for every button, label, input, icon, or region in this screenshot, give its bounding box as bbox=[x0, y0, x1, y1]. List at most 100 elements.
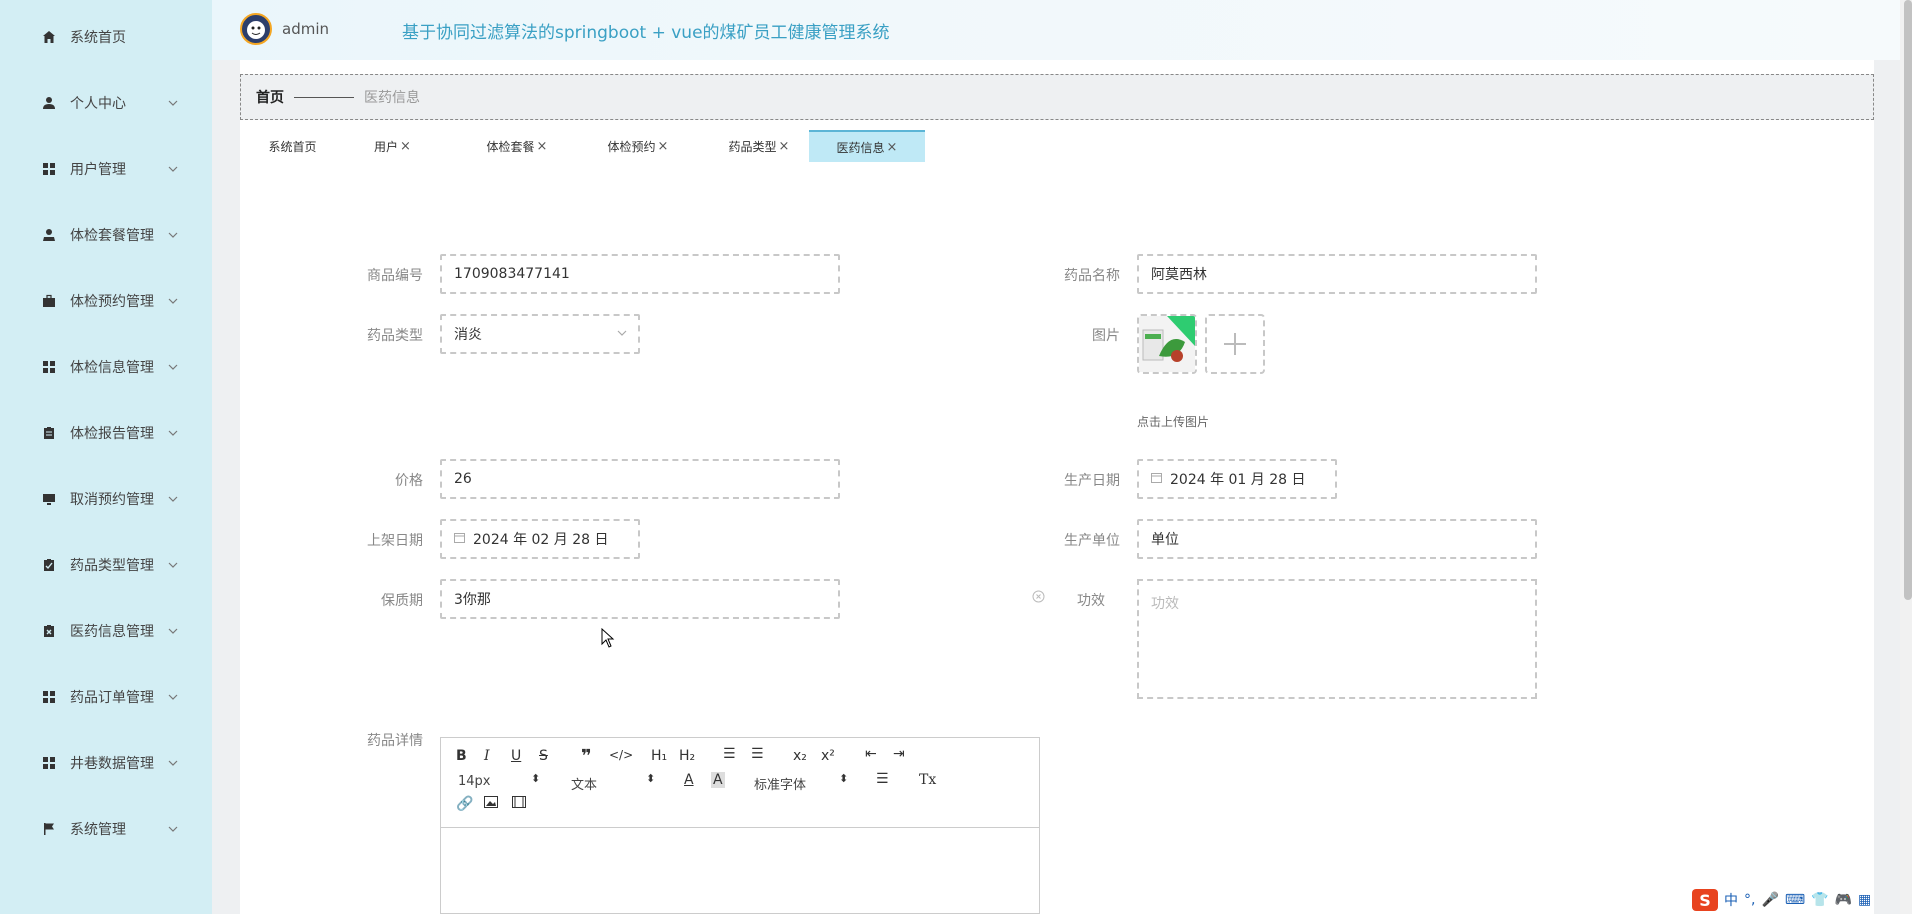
tab-checkup-booking[interactable]: 体检预约 × bbox=[583, 130, 693, 162]
shelf-date-picker[interactable]: 2024 年 02 月 28 日 bbox=[440, 519, 640, 559]
editor-body[interactable] bbox=[441, 829, 1039, 913]
sidebar-item-label: 系统管理 bbox=[70, 822, 126, 838]
rich-text-editor: B I U S ❞ </> H₁ H₂ ☰ ☰ x₂ x² ⇤ ⇥ 14px ⬍… bbox=[440, 737, 1040, 914]
grid-icon bbox=[41, 755, 57, 771]
italic-icon[interactable]: I bbox=[484, 748, 490, 764]
subscript-icon[interactable]: x₂ bbox=[793, 748, 807, 764]
grid-icon[interactable]: ▦ bbox=[1858, 892, 1871, 908]
heading1-icon[interactable]: H₁ bbox=[651, 748, 667, 764]
flag-icon bbox=[41, 821, 57, 837]
font-family-value: 标准字体 bbox=[754, 778, 807, 793]
sidebar-item-label: 井巷数据管理 bbox=[70, 756, 154, 772]
clear-format-icon[interactable]: Tx bbox=[919, 772, 936, 788]
tab-checkup-package[interactable]: 体检套餐 × bbox=[462, 130, 572, 162]
drug-image-thumbnail[interactable] bbox=[1137, 314, 1197, 374]
price-field[interactable]: 26 bbox=[440, 459, 840, 499]
bullet-list-icon[interactable]: ☰ bbox=[751, 746, 764, 762]
blockquote-icon[interactable]: ❞ bbox=[581, 746, 592, 767]
superscript-icon[interactable]: x² bbox=[821, 748, 835, 764]
production-date-picker[interactable]: 2024 年 01 月 28 日 bbox=[1137, 459, 1337, 499]
sidebar-item-personal-center[interactable]: 个人中心 bbox=[0, 83, 212, 123]
chevron-down-icon bbox=[168, 364, 178, 370]
sidebar-item-home[interactable]: 系统首页 bbox=[0, 17, 212, 57]
sidebar-item-label: 系统首页 bbox=[70, 30, 126, 46]
sogou-logo-icon[interactable]: S bbox=[1692, 889, 1718, 911]
close-icon[interactable]: × bbox=[658, 139, 669, 154]
ime-language[interactable]: 中 bbox=[1724, 890, 1738, 910]
sidebar-item-checkup-package[interactable]: 体检套餐管理 bbox=[0, 215, 212, 255]
upload-image-button[interactable] bbox=[1205, 314, 1265, 374]
sidebar-item-system[interactable]: 系统管理 bbox=[0, 809, 212, 849]
close-icon[interactable]: × bbox=[537, 139, 548, 154]
drug-type-label: 药品类型 bbox=[367, 328, 423, 344]
sidebar-item-drug-info[interactable]: 医药信息管理 bbox=[0, 611, 212, 651]
upload-hint: 点击上传图片 bbox=[1137, 415, 1210, 429]
tab-label: 体检预约 bbox=[607, 139, 656, 154]
price-label: 价格 bbox=[395, 473, 423, 489]
align-icon[interactable]: ☰ bbox=[876, 771, 889, 787]
tab-drug-info[interactable]: 医药信息 × bbox=[809, 130, 925, 162]
code-block-icon[interactable]: </> bbox=[609, 748, 633, 762]
bold-icon[interactable]: B bbox=[456, 748, 467, 764]
sidebar-item-label: 医药信息管理 bbox=[70, 624, 154, 640]
underline-icon[interactable]: U bbox=[511, 748, 521, 764]
efficacy-textarea[interactable]: 功效 bbox=[1137, 579, 1537, 699]
manufacturer-field[interactable]: 单位 bbox=[1137, 519, 1537, 559]
sidebar-item-shaft-data[interactable]: 井巷数据管理 bbox=[0, 743, 212, 783]
link-icon[interactable]: 🔗 bbox=[456, 796, 473, 812]
gamepad-icon[interactable]: 🎮 bbox=[1835, 892, 1852, 908]
breadcrumb-home[interactable]: 首页 bbox=[256, 87, 284, 107]
production-date-value: 2024 年 01 月 28 日 bbox=[1170, 472, 1306, 488]
select-arrow-icon: ⬍ bbox=[531, 772, 541, 785]
tab-drug-type[interactable]: 药品类型 × bbox=[704, 130, 814, 162]
sidebar-item-checkup-info[interactable]: 体检信息管理 bbox=[0, 347, 212, 387]
sidebar-item-checkup-booking[interactable]: 体检预约管理 bbox=[0, 281, 212, 321]
avatar[interactable] bbox=[240, 13, 272, 45]
ime-toolbar: S 中 °, 🎤 ⌨ 👕 🎮 ▦ bbox=[1692, 888, 1871, 912]
shirt-icon[interactable]: 👕 bbox=[1811, 892, 1828, 908]
strikethrough-icon[interactable]: S bbox=[539, 748, 548, 764]
shelf-life-value: 3你那 bbox=[454, 592, 491, 608]
username[interactable]: admin bbox=[282, 20, 329, 38]
grid-icon bbox=[41, 161, 57, 177]
sidebar-item-drug-type[interactable]: 药品类型管理 bbox=[0, 545, 212, 585]
sidebar-item-user-management[interactable]: 用户管理 bbox=[0, 149, 212, 189]
tab-label: 医药信息 bbox=[836, 140, 885, 155]
sidebar-item-checkup-report[interactable]: 体检报告管理 bbox=[0, 413, 212, 453]
heading2-icon[interactable]: H₂ bbox=[679, 748, 695, 764]
drug-details-label: 药品详情 bbox=[367, 733, 423, 749]
video-icon[interactable] bbox=[512, 796, 526, 812]
drug-name-field[interactable]: 阿莫西林 bbox=[1137, 254, 1537, 294]
font-family-select[interactable]: 标准字体 bbox=[754, 774, 806, 793]
punctuation-icon[interactable]: °, bbox=[1744, 892, 1755, 908]
drug-type-select[interactable]: 消炎 bbox=[440, 314, 640, 354]
chevron-down-icon bbox=[168, 694, 178, 700]
paragraph-value: 文本 bbox=[571, 778, 598, 793]
microphone-icon[interactable]: 🎤 bbox=[1761, 892, 1778, 908]
image-icon[interactable] bbox=[484, 796, 498, 812]
chevron-down-icon bbox=[168, 496, 178, 502]
keyboard-icon[interactable]: ⌨ bbox=[1785, 892, 1805, 908]
sidebar-item-label: 取消预约管理 bbox=[70, 492, 154, 508]
shelf-life-field[interactable]: 3你那 bbox=[440, 579, 840, 619]
select-arrow-icon: ⬍ bbox=[839, 772, 849, 785]
background-color-icon[interactable]: A bbox=[711, 772, 725, 788]
clipboard-x-icon bbox=[41, 623, 57, 639]
font-color-icon[interactable]: A bbox=[684, 772, 694, 788]
outdent-icon[interactable]: ⇤ bbox=[865, 746, 877, 762]
scrollbar-thumb[interactable] bbox=[1904, 0, 1912, 600]
close-icon[interactable]: × bbox=[887, 140, 898, 155]
plus-icon bbox=[1224, 333, 1246, 355]
sidebar-item-cancel-booking[interactable]: 取消预约管理 bbox=[0, 479, 212, 519]
chevron-down-icon bbox=[168, 760, 178, 766]
product-code-field[interactable]: 1709083477141 bbox=[440, 254, 840, 294]
close-icon[interactable]: × bbox=[400, 139, 411, 154]
ordered-list-icon[interactable]: ☰ bbox=[723, 746, 736, 762]
tab-home[interactable]: 系统首页 bbox=[250, 130, 335, 162]
font-size-select[interactable]: 14px bbox=[458, 774, 491, 789]
indent-icon[interactable]: ⇥ bbox=[893, 746, 905, 762]
tab-users[interactable]: 用户 × bbox=[350, 130, 435, 162]
sidebar-item-drug-order[interactable]: 药品订单管理 bbox=[0, 677, 212, 717]
paragraph-select[interactable]: 文本 bbox=[571, 774, 597, 793]
close-icon[interactable]: × bbox=[779, 139, 790, 154]
